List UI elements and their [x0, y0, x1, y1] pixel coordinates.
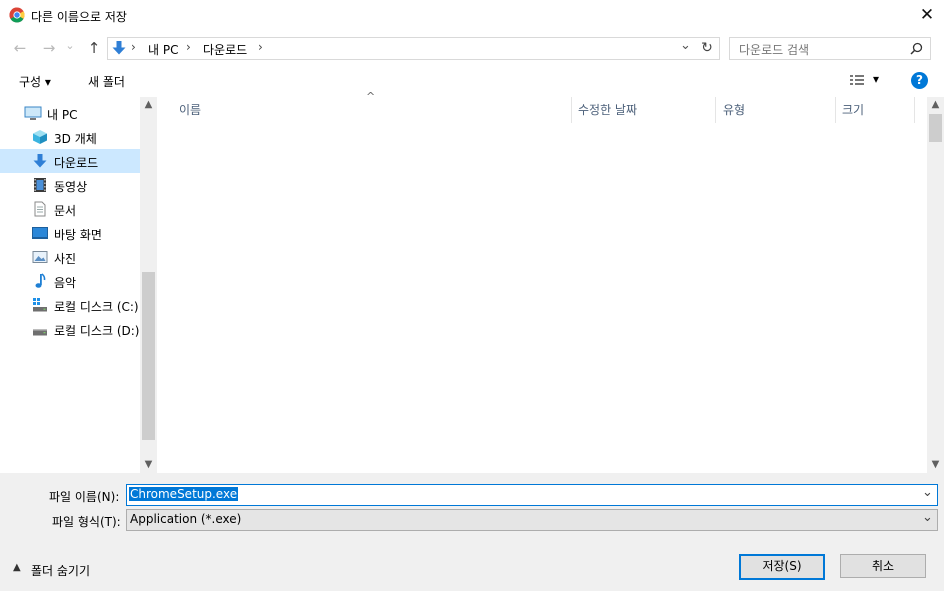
sidebar-item-label: 로컬 디스크 (C:)	[54, 300, 139, 314]
picture-icon	[32, 251, 48, 263]
document-icon	[34, 201, 46, 217]
download-arrow-icon	[112, 41, 126, 55]
sidebar-scrollbar[interactable]: ▲ ▼	[140, 97, 157, 473]
column-header-type[interactable]: 유형	[723, 101, 745, 118]
sidebar-item-label: 내 PC	[47, 108, 78, 122]
sidebar-item-pictures[interactable]: 사진	[0, 245, 140, 269]
sidebar-item-label: 바탕 화면	[54, 228, 102, 242]
sidebar-item-label: 다운로드	[54, 156, 99, 170]
cancel-button[interactable]: 취소	[840, 554, 926, 578]
column-header-date-modified[interactable]: 수정한 날짜	[578, 101, 637, 118]
pc-icon	[24, 106, 42, 120]
filename-label: 파일 이름(N):	[49, 490, 120, 504]
sidebar-scrollbar-thumb[interactable]	[142, 272, 155, 440]
navigation-pane: 내 PC 3D 개체 다운로드 동영상 문서 바탕 화면 사진 음악 로컬 디스…	[0, 97, 157, 473]
save-options-panel: 파일 이름(N): ChromeSetup.exe ⌄ 파일 형식(T): Ap…	[0, 473, 944, 591]
sidebar-item-3d-objects[interactable]: 3D 개체	[0, 125, 140, 149]
file-list-scrollbar[interactable]: ▲ ▼	[927, 97, 944, 473]
sidebar-item-music[interactable]: 음악	[0, 269, 140, 293]
filetype-select[interactable]: Application (*.exe) ⌄	[126, 509, 938, 531]
window-title: 다른 이름으로 저장	[31, 10, 127, 24]
filename-dropdown-icon[interactable]: ⌄	[922, 485, 933, 500]
file-list[interactable]	[158, 97, 927, 473]
download-arrow-icon	[33, 154, 47, 168]
sidebar-item-label: 3D 개체	[54, 132, 97, 146]
filetype-label: 파일 형식(T):	[52, 515, 121, 529]
address-dropdown-icon[interactable]: ⌄	[680, 38, 691, 53]
column-header-size[interactable]: 크기	[842, 101, 864, 118]
filetype-value: Application (*.exe)	[130, 512, 242, 526]
desktop-icon	[32, 227, 48, 239]
column-divider[interactable]	[571, 97, 572, 123]
sidebar-item-drive-d[interactable]: 로컬 디스크 (D:)	[0, 317, 140, 341]
sidebar-item-label: 동영상	[54, 180, 88, 194]
file-list-scrollbar-thumb[interactable]	[929, 114, 942, 142]
chrome-icon	[9, 7, 25, 23]
sidebar-item-downloads[interactable]: 다운로드	[0, 149, 140, 173]
scroll-down-arrow[interactable]: ▼	[927, 457, 944, 473]
column-divider[interactable]	[835, 97, 836, 123]
refresh-button[interactable]: ↻	[697, 37, 717, 59]
search-icon	[910, 42, 923, 55]
view-options-icon[interactable]	[849, 74, 865, 88]
filename-value[interactable]: ChromeSetup.exe	[129, 487, 239, 501]
column-divider[interactable]	[914, 97, 915, 123]
search-placeholder: 다운로드 검색	[739, 43, 810, 57]
hide-folders-button[interactable]: 폴더 숨기기	[31, 562, 90, 579]
sidebar-item-label: 로컬 디스크 (D:)	[54, 324, 140, 338]
breadcrumb-chevron: ›	[186, 40, 191, 54]
close-button[interactable]: ✕	[916, 4, 938, 26]
search-input[interactable]: 다운로드 검색	[729, 37, 931, 60]
column-header-name[interactable]: 이름	[179, 101, 201, 118]
music-note-icon	[35, 273, 46, 288]
sort-ascending-icon: ^	[366, 90, 376, 103]
help-button[interactable]: ?	[911, 72, 928, 89]
address-bar[interactable]: › 내 PC › 다운로드 › ⌄	[107, 37, 720, 60]
scroll-down-arrow[interactable]: ▼	[140, 457, 157, 473]
sidebar-item-label: 사진	[54, 252, 77, 266]
sidebar-item-drive-c[interactable]: 로컬 디스크 (C:)	[0, 293, 140, 317]
sidebar-item-videos[interactable]: 동영상	[0, 173, 140, 197]
forward-button[interactable]: →	[38, 37, 60, 59]
organize-button[interactable]: 구성 ▾	[19, 73, 51, 90]
sidebar-item-my-pc[interactable]: 내 PC	[0, 101, 140, 125]
collapse-chevron-icon[interactable]: ▲	[13, 562, 21, 573]
breadcrumb-chevron[interactable]: ›	[258, 40, 263, 54]
back-button[interactable]: ←	[9, 37, 31, 59]
column-divider[interactable]	[715, 97, 716, 123]
view-dropdown-button[interactable]: ▾	[873, 72, 879, 86]
title-bar: 다른 이름으로 저장 ✕	[0, 0, 944, 31]
toolbar: 구성 ▾ 새 폴더 ▾ ?	[0, 66, 944, 96]
drive-d-icon	[33, 329, 47, 336]
sidebar-item-label: 음악	[54, 276, 77, 290]
recent-locations-button[interactable]: ⌄	[63, 35, 77, 57]
new-folder-button[interactable]: 새 폴더	[88, 73, 125, 90]
video-icon	[34, 178, 46, 192]
filetype-dropdown-icon[interactable]: ⌄	[922, 510, 933, 525]
up-button[interactable]: ↑	[83, 37, 105, 59]
breadcrumb-chevron: ›	[131, 40, 136, 54]
cube-icon	[33, 130, 47, 144]
filename-input[interactable]: ChromeSetup.exe ⌄	[126, 484, 938, 506]
sidebar-item-desktop[interactable]: 바탕 화면	[0, 221, 140, 245]
sidebar-item-documents[interactable]: 문서	[0, 197, 140, 221]
scroll-up-arrow[interactable]: ▲	[927, 97, 944, 113]
save-button[interactable]: 저장(S)	[739, 554, 825, 580]
sidebar-item-label: 문서	[54, 204, 77, 218]
breadcrumb-downloads[interactable]: 다운로드	[203, 41, 247, 58]
scroll-up-arrow[interactable]: ▲	[140, 97, 157, 113]
breadcrumb-my-pc[interactable]: 내 PC	[148, 41, 178, 58]
drive-c-icon	[33, 298, 47, 312]
